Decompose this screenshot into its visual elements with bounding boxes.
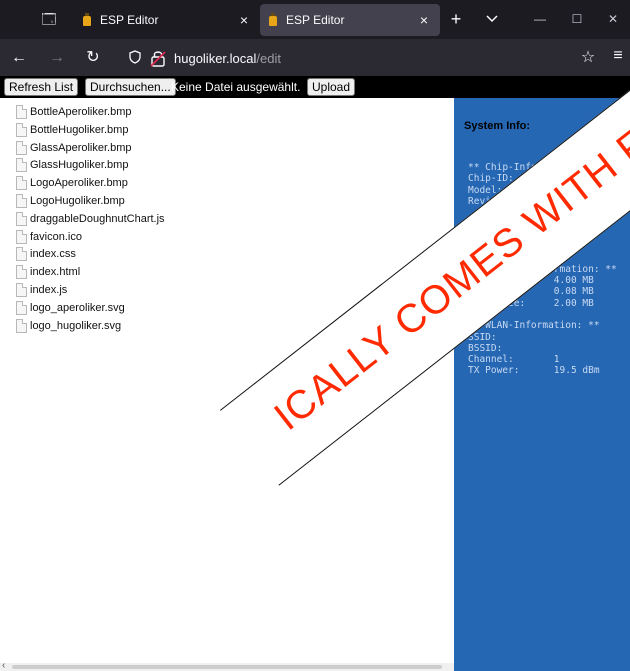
file-icon xyxy=(16,140,27,155)
chevron-down-icon[interactable] xyxy=(482,9,502,29)
tab-title: ESP Editor xyxy=(286,13,345,27)
tab-title: ESP Editor xyxy=(100,13,159,27)
file-icon xyxy=(16,247,27,262)
file-icon xyxy=(16,265,27,280)
file-list-item[interactable]: GlassHugoliker.bmp xyxy=(16,156,128,174)
file-status-label: Keine Datei ausgewählt. xyxy=(171,80,301,94)
system-info-line: TX Power: 19.5 dBm xyxy=(468,365,600,377)
shield-icon[interactable] xyxy=(126,49,144,67)
url-bar[interactable]: hugoliker.local/edit xyxy=(126,45,566,71)
file-list-item[interactable]: draggableDoughnutChart.js xyxy=(16,210,165,228)
bookmark-star-icon[interactable]: ☆ xyxy=(577,47,599,67)
system-info-title: System Info: xyxy=(464,120,531,132)
file-list-item[interactable]: favicon.ico xyxy=(16,228,82,246)
file-list-item[interactable]: index.js xyxy=(16,281,67,299)
file-icon xyxy=(16,194,27,208)
system-info-line: BSSID: xyxy=(468,342,503,354)
file-icon xyxy=(16,211,27,226)
file-icon xyxy=(16,122,27,137)
file-name: GlassHugoliker.bmp xyxy=(30,159,129,172)
file-icon xyxy=(16,318,27,333)
file-list-item[interactable]: BottleAperoliker.bmp xyxy=(16,103,132,121)
file-icon xyxy=(16,283,27,297)
tab-list-icon[interactable]: 🗔 xyxy=(38,9,60,29)
scrollbar-thumb[interactable] xyxy=(12,665,442,669)
file-icon xyxy=(16,229,27,244)
url-host: hugoliker.local xyxy=(174,50,257,66)
file-list-item[interactable]: logo_aperoliker.svg xyxy=(16,299,125,317)
file-list-item[interactable]: index.css xyxy=(16,245,76,263)
file-list-item[interactable]: BottleHugoliker.bmp xyxy=(16,121,128,139)
horizontal-scrollbar[interactable]: ‹ xyxy=(0,660,454,671)
file-name: logo_hugoliker.svg xyxy=(30,319,122,332)
file-list-item[interactable]: LogoAperoliker.bmp xyxy=(16,174,128,192)
file-name: index.html xyxy=(30,266,81,279)
refresh-list-button[interactable]: Refresh List xyxy=(4,78,79,96)
file-name: GlassAperoliker.bmp xyxy=(30,141,132,154)
browse-button[interactable]: Durchsuchen... xyxy=(85,78,176,96)
file-list-item[interactable]: GlassAperoliker.bmp xyxy=(16,139,132,157)
scroll-left-icon[interactable]: ‹ xyxy=(2,660,5,671)
file-name: index.css xyxy=(30,248,76,261)
system-info-line: Channel: 1 xyxy=(468,354,560,366)
navigation-bar: ← → ↻ hugoliker.local/edit ☆ ≡ xyxy=(0,39,630,76)
file-icon xyxy=(16,176,27,191)
file-list-item[interactable]: index.html xyxy=(16,263,80,281)
reload-icon[interactable]: ↻ xyxy=(82,47,104,69)
editor-toolbar: Refresh List Durchsuchen... Keine Datei … xyxy=(0,76,630,98)
tab-close-icon[interactable]: × xyxy=(416,12,432,28)
file-name: favicon.ico xyxy=(30,230,82,243)
forward-icon[interactable]: → xyxy=(46,47,68,69)
close-window-icon[interactable]: ✕ xyxy=(603,9,623,29)
file-name: logo_aperoliker.svg xyxy=(30,301,125,314)
bottle-favicon-icon xyxy=(268,13,278,27)
new-tab-icon[interactable]: + xyxy=(446,9,466,29)
tab-active[interactable]: ESP Editor × xyxy=(260,4,440,36)
file-list-item[interactable]: LogoHugoliker.bmp xyxy=(16,192,125,210)
upload-button[interactable]: Upload xyxy=(307,78,356,96)
file-name: BottleAperoliker.bmp xyxy=(30,106,132,118)
file-name: index.js xyxy=(30,284,68,296)
bottle-favicon-icon xyxy=(82,13,92,27)
tab-close-icon[interactable]: × xyxy=(236,12,252,28)
file-icon xyxy=(16,105,27,119)
menu-icon[interactable]: ≡ xyxy=(608,47,628,65)
maximize-icon[interactable]: ☐ xyxy=(567,9,587,29)
url-path: /edit xyxy=(256,50,281,66)
minimize-icon[interactable]: — xyxy=(530,9,550,29)
file-name: LogoAperoliker.bmp xyxy=(30,177,128,190)
tab-bar: 🗔 ESP Editor × ESP Editor × + — ☐ ✕ xyxy=(0,0,630,39)
back-icon[interactable]: ← xyxy=(8,47,30,69)
insecure-lock-icon[interactable] xyxy=(150,49,168,67)
file-icon xyxy=(16,300,27,315)
file-name: BottleHugoliker.bmp xyxy=(30,123,129,136)
file-name: draggableDoughnutChart.js xyxy=(30,212,165,225)
file-name: LogoHugoliker.bmp xyxy=(30,195,125,207)
tab-inactive[interactable]: ESP Editor × xyxy=(74,4,260,36)
file-list-item[interactable]: logo_hugoliker.svg xyxy=(16,317,121,335)
file-icon xyxy=(16,158,27,173)
